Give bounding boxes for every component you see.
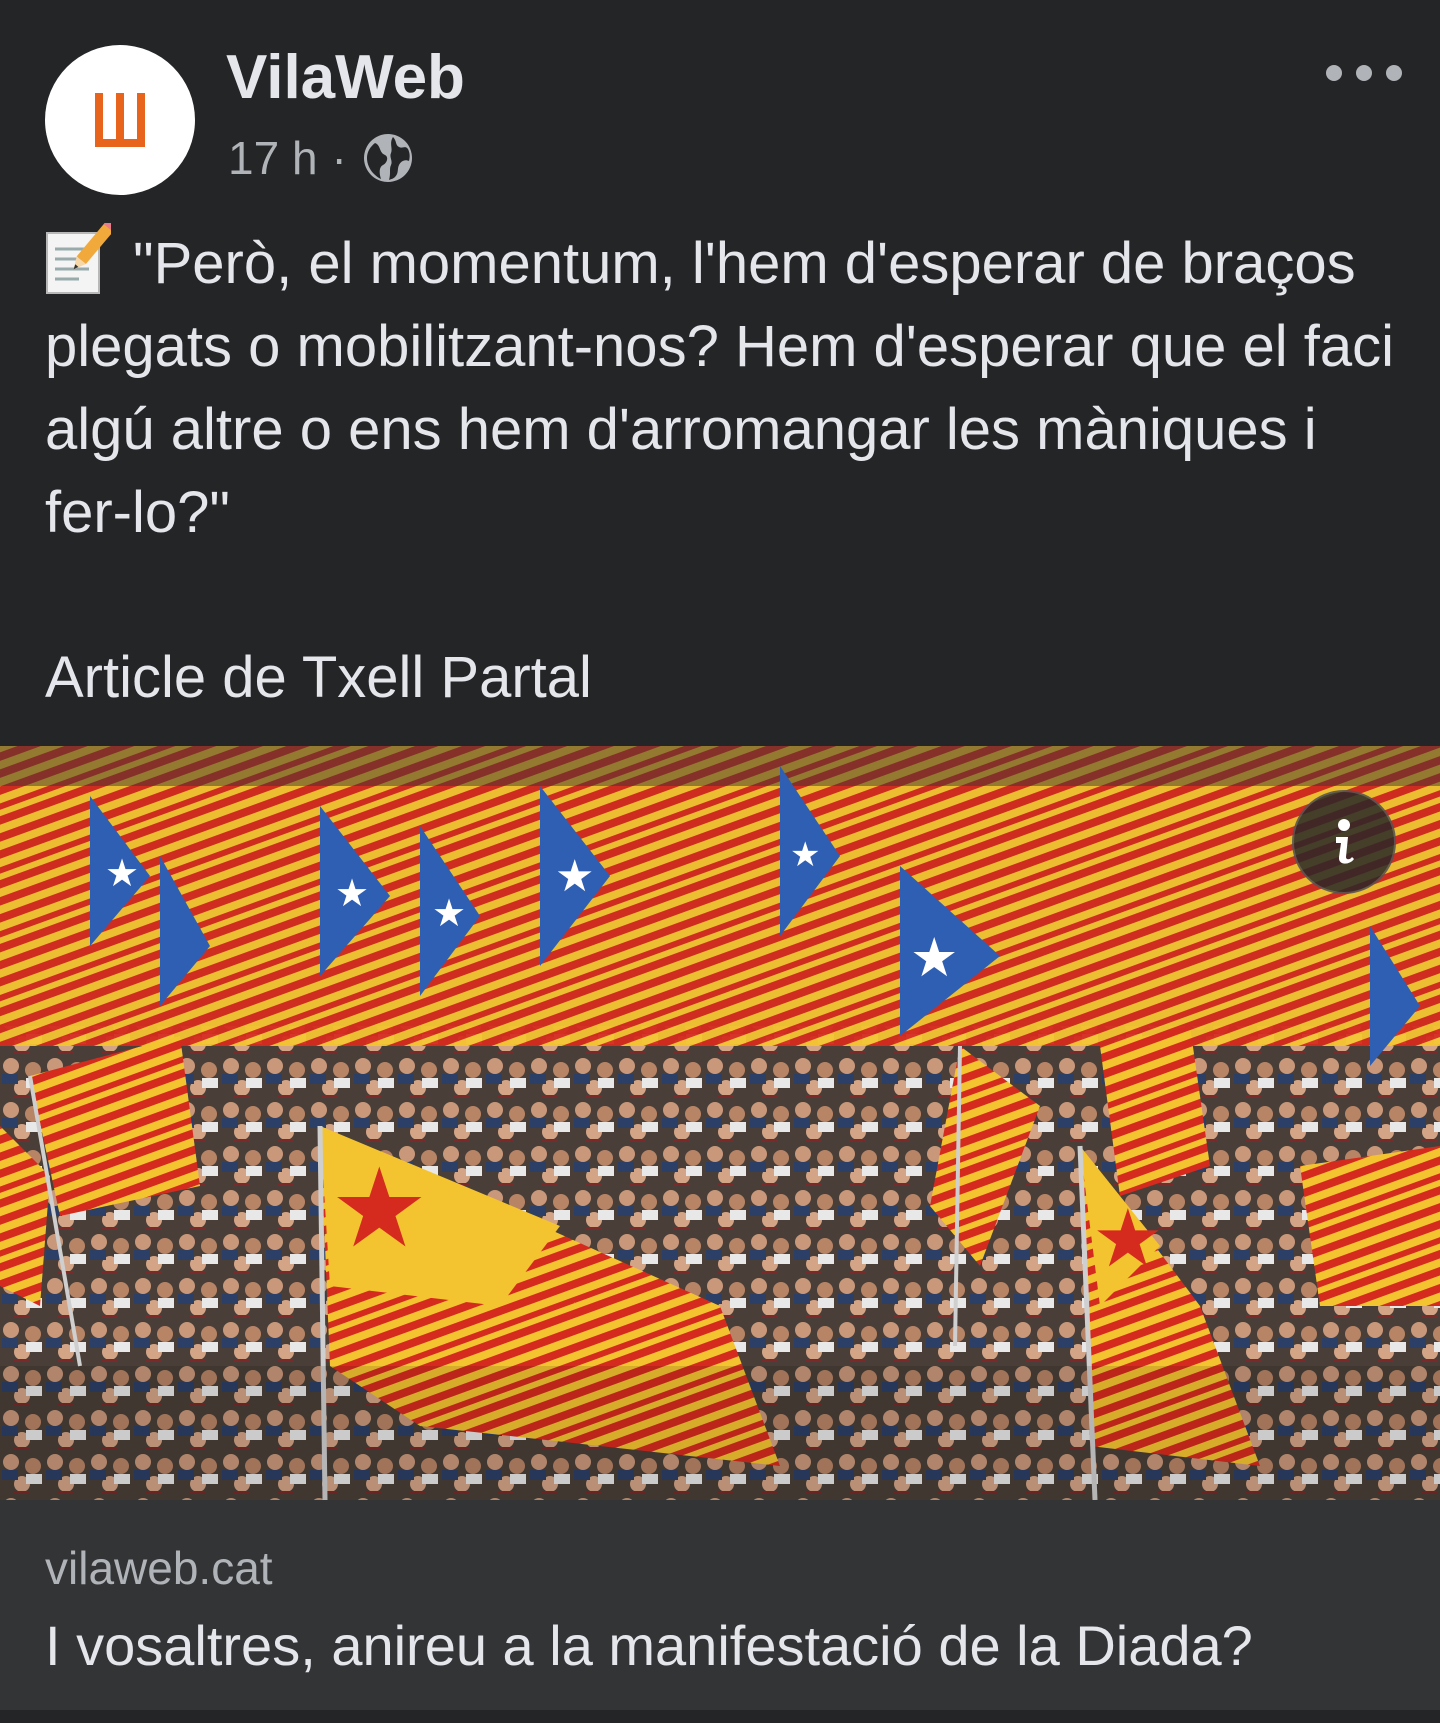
vilaweb-logo-icon xyxy=(95,93,145,147)
post-meta: 17 h · xyxy=(228,128,415,188)
memo-icon xyxy=(46,223,111,294)
link-domain: vilaweb.cat xyxy=(45,1542,273,1594)
svg-text:★: ★ xyxy=(910,926,958,989)
ellipsis-dot xyxy=(1326,65,1342,81)
svg-text:★: ★ xyxy=(432,891,466,935)
more-options-button[interactable] xyxy=(1326,58,1402,88)
page-name-link[interactable]: VilaWeb xyxy=(226,38,465,118)
info-icon xyxy=(1336,819,1354,864)
post-body: "Però, el momentum, l'hem d'esperar de b… xyxy=(45,222,1405,554)
link-preview-footer[interactable]: vilaweb.cat I vosaltres, anireu a la man… xyxy=(0,1500,1440,1710)
page-avatar[interactable] xyxy=(45,45,195,195)
crowd-flags-photo: ★ ★ ★ ★ ★ ★ ★ ★ xyxy=(0,746,1440,1500)
svg-text:★: ★ xyxy=(555,851,594,902)
svg-text:★: ★ xyxy=(335,871,369,915)
facebook-post: VilaWeb 17 h · "Però, el momentum, l'hem… xyxy=(0,0,1440,1723)
svg-text:★: ★ xyxy=(790,835,820,875)
post-text: "Però, el momentum, l'hem d'esperar de b… xyxy=(45,231,1395,545)
meta-separator: · xyxy=(331,132,347,184)
ellipsis-dot xyxy=(1386,65,1402,81)
globe-icon[interactable] xyxy=(361,131,415,185)
link-preview-image[interactable]: ★ ★ ★ ★ ★ ★ ★ ★ xyxy=(0,746,1440,1500)
svg-text:★: ★ xyxy=(330,1144,429,1272)
svg-text:★: ★ xyxy=(1092,1192,1164,1285)
ellipsis-dot xyxy=(1356,65,1372,81)
post-author-line: Article de Txell Partal xyxy=(45,645,592,710)
info-button[interactable] xyxy=(1292,790,1396,894)
post-timestamp[interactable]: 17 h xyxy=(228,128,318,188)
link-title[interactable]: I vosaltres, anireu a la manifestació de… xyxy=(45,1610,1253,1682)
svg-text:★: ★ xyxy=(105,851,139,895)
